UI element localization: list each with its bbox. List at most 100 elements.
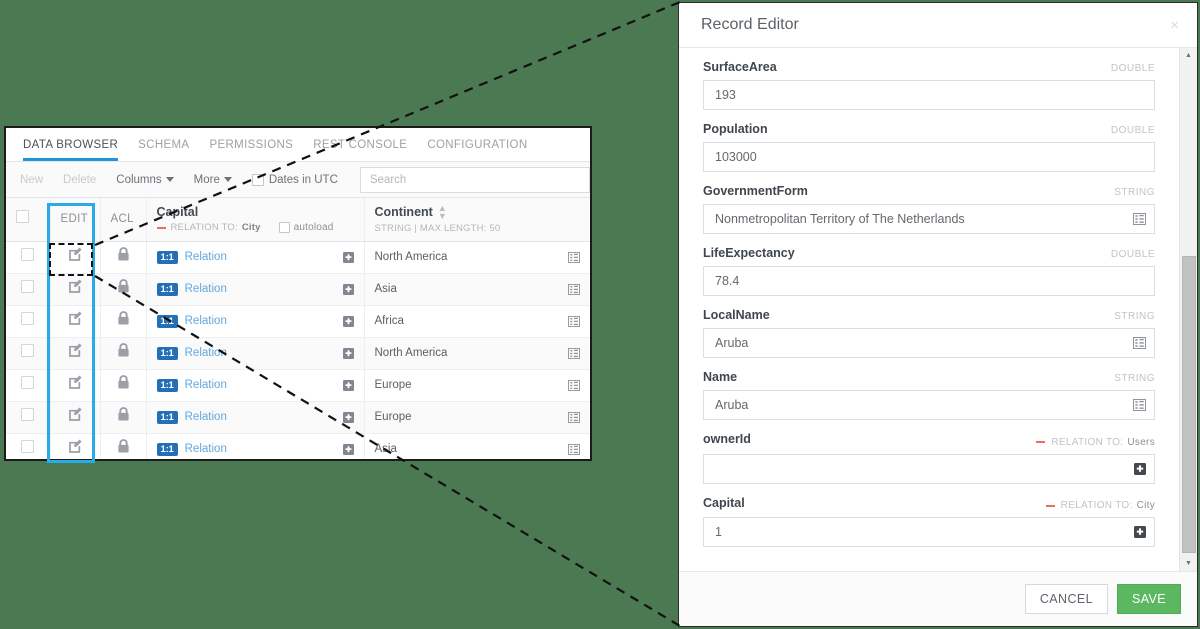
- add-relation-icon[interactable]: [342, 251, 354, 263]
- row-capital-cell[interactable]: 1:1 Relation: [146, 241, 365, 274]
- add-relation-icon[interactable]: [342, 347, 354, 359]
- expand-value-icon[interactable]: [567, 251, 580, 263]
- edit-pencil-icon[interactable]: [67, 374, 84, 391]
- more-dropdown[interactable]: More: [194, 174, 232, 186]
- header-capital[interactable]: Capital RELATION TO: City autoload: [146, 198, 365, 242]
- edit-pencil-icon[interactable]: [67, 438, 84, 455]
- header-continent[interactable]: Continent ▲ ▼ STRING | MAX LENGTH: 50: [364, 198, 590, 242]
- row-continent-cell[interactable]: Europe: [364, 369, 590, 402]
- expand-value-icon[interactable]: [567, 411, 580, 423]
- row-continent-cell[interactable]: Europe: [364, 401, 590, 434]
- table-row[interactable]: 1:1 Relation Europe: [6, 401, 590, 434]
- relation-link[interactable]: Relation: [185, 443, 227, 455]
- row-checkbox-icon[interactable]: [21, 344, 35, 357]
- lock-icon[interactable]: [117, 311, 130, 326]
- localname-input[interactable]: Aruba: [703, 328, 1155, 358]
- tab-configuration[interactable]: CONFIGURATION: [427, 139, 527, 161]
- lock-icon[interactable]: [117, 279, 130, 294]
- scroll-down-arrow-icon[interactable]: ▼: [1180, 556, 1197, 571]
- expand-value-icon[interactable]: [1133, 399, 1146, 411]
- add-relation-icon[interactable]: [342, 411, 354, 423]
- add-relation-icon[interactable]: [342, 443, 354, 455]
- cancel-button[interactable]: CANCEL: [1024, 584, 1108, 614]
- expand-value-icon[interactable]: [1133, 337, 1146, 349]
- row-capital-cell[interactable]: 1:1 Relation: [146, 305, 365, 338]
- row-capital-cell[interactable]: 1:1 Relation: [146, 433, 365, 459]
- relation-link[interactable]: Relation: [185, 315, 227, 327]
- lock-icon[interactable]: [117, 439, 130, 454]
- add-relation-icon[interactable]: [1134, 462, 1146, 475]
- row-select-cell[interactable]: [6, 273, 51, 306]
- row-edit-cell[interactable]: [50, 401, 101, 434]
- row-checkbox-icon[interactable]: [21, 376, 35, 389]
- search-input[interactable]: Search: [359, 166, 590, 193]
- relation-link[interactable]: Relation: [185, 379, 227, 391]
- surfacearea-input[interactable]: 193: [703, 80, 1155, 110]
- add-relation-icon[interactable]: [1134, 526, 1146, 538]
- relation-link[interactable]: Relation: [185, 347, 227, 359]
- table-row[interactable]: 1:1 Relation North America: [6, 337, 590, 370]
- tab-permissions[interactable]: PERMISSIONS: [209, 139, 293, 161]
- expand-value-icon[interactable]: [567, 443, 580, 455]
- row-acl-cell[interactable]: [100, 241, 147, 274]
- dates-in-utc-checkbox[interactable]: Dates in UTC: [251, 173, 338, 186]
- new-button[interactable]: New: [20, 174, 43, 186]
- edit-pencil-icon[interactable]: [67, 342, 84, 359]
- row-select-cell[interactable]: [6, 401, 51, 434]
- ownerid-input[interactable]: [703, 453, 1155, 484]
- row-checkbox-icon[interactable]: [21, 408, 35, 421]
- row-select-cell[interactable]: [6, 305, 51, 338]
- row-continent-cell[interactable]: Africa: [364, 305, 590, 338]
- table-row[interactable]: 1:1 Relation North America: [6, 241, 590, 274]
- row-edit-cell[interactable]: [50, 337, 101, 370]
- row-acl-cell[interactable]: [100, 369, 147, 402]
- scroll-up-arrow-icon[interactable]: ▲: [1180, 48, 1197, 63]
- header-select-all[interactable]: [6, 198, 51, 242]
- expand-value-icon[interactable]: [1133, 213, 1146, 225]
- row-continent-cell[interactable]: North America: [364, 337, 590, 370]
- row-capital-cell[interactable]: 1:1 Relation: [146, 273, 365, 306]
- lock-icon[interactable]: [117, 375, 130, 390]
- tab-rest-console[interactable]: REST CONSOLE: [313, 139, 407, 161]
- edit-pencil-icon[interactable]: [67, 246, 84, 263]
- relation-link[interactable]: Relation: [185, 411, 227, 423]
- edit-pencil-icon[interactable]: [67, 310, 84, 327]
- relation-link[interactable]: Relation: [185, 283, 227, 295]
- lock-icon[interactable]: [117, 343, 130, 358]
- row-edit-cell[interactable]: [50, 433, 101, 459]
- table-row[interactable]: 1:1 Relation Africa: [6, 305, 590, 338]
- row-continent-cell[interactable]: Asia: [364, 433, 590, 459]
- row-capital-cell[interactable]: 1:1 Relation: [146, 401, 365, 434]
- population-input[interactable]: 103000: [703, 142, 1155, 172]
- row-continent-cell[interactable]: Asia: [364, 273, 590, 306]
- edit-pencil-icon[interactable]: [67, 406, 84, 423]
- table-row[interactable]: 1:1 Relation Asia: [6, 273, 590, 306]
- lock-icon[interactable]: [117, 247, 130, 262]
- expand-value-icon[interactable]: [567, 379, 580, 391]
- row-edit-cell[interactable]: [50, 241, 101, 274]
- add-relation-icon[interactable]: [342, 315, 354, 327]
- add-relation-icon[interactable]: [342, 283, 354, 295]
- add-relation-icon[interactable]: [342, 379, 354, 391]
- expand-value-icon[interactable]: [567, 347, 580, 359]
- row-select-cell[interactable]: [6, 369, 51, 402]
- expand-value-icon[interactable]: [567, 315, 580, 327]
- select-all-checkbox-icon[interactable]: [16, 210, 29, 224]
- row-acl-cell[interactable]: [100, 337, 147, 370]
- row-acl-cell[interactable]: [100, 273, 147, 306]
- relation-link[interactable]: Relation: [185, 251, 227, 263]
- table-row[interactable]: 1:1 Relation Europe: [6, 369, 590, 402]
- row-continent-cell[interactable]: North America: [364, 241, 590, 274]
- sort-arrows-icon[interactable]: ▲ ▼: [438, 204, 447, 221]
- tab-data-browser[interactable]: DATA BROWSER: [23, 139, 119, 161]
- row-checkbox-icon[interactable]: [21, 440, 35, 453]
- tab-schema[interactable]: SCHEMA: [138, 139, 189, 161]
- lifeexpectancy-input[interactable]: 78.4: [703, 266, 1155, 296]
- capital-input[interactable]: 1: [703, 517, 1155, 547]
- row-capital-cell[interactable]: 1:1 Relation: [146, 369, 365, 402]
- table-row[interactable]: 1:1 Relation Asia: [6, 433, 590, 459]
- close-icon[interactable]: ×: [1166, 16, 1183, 35]
- expand-value-icon[interactable]: [567, 283, 580, 295]
- row-select-cell[interactable]: [6, 337, 51, 370]
- row-acl-cell[interactable]: [100, 305, 147, 338]
